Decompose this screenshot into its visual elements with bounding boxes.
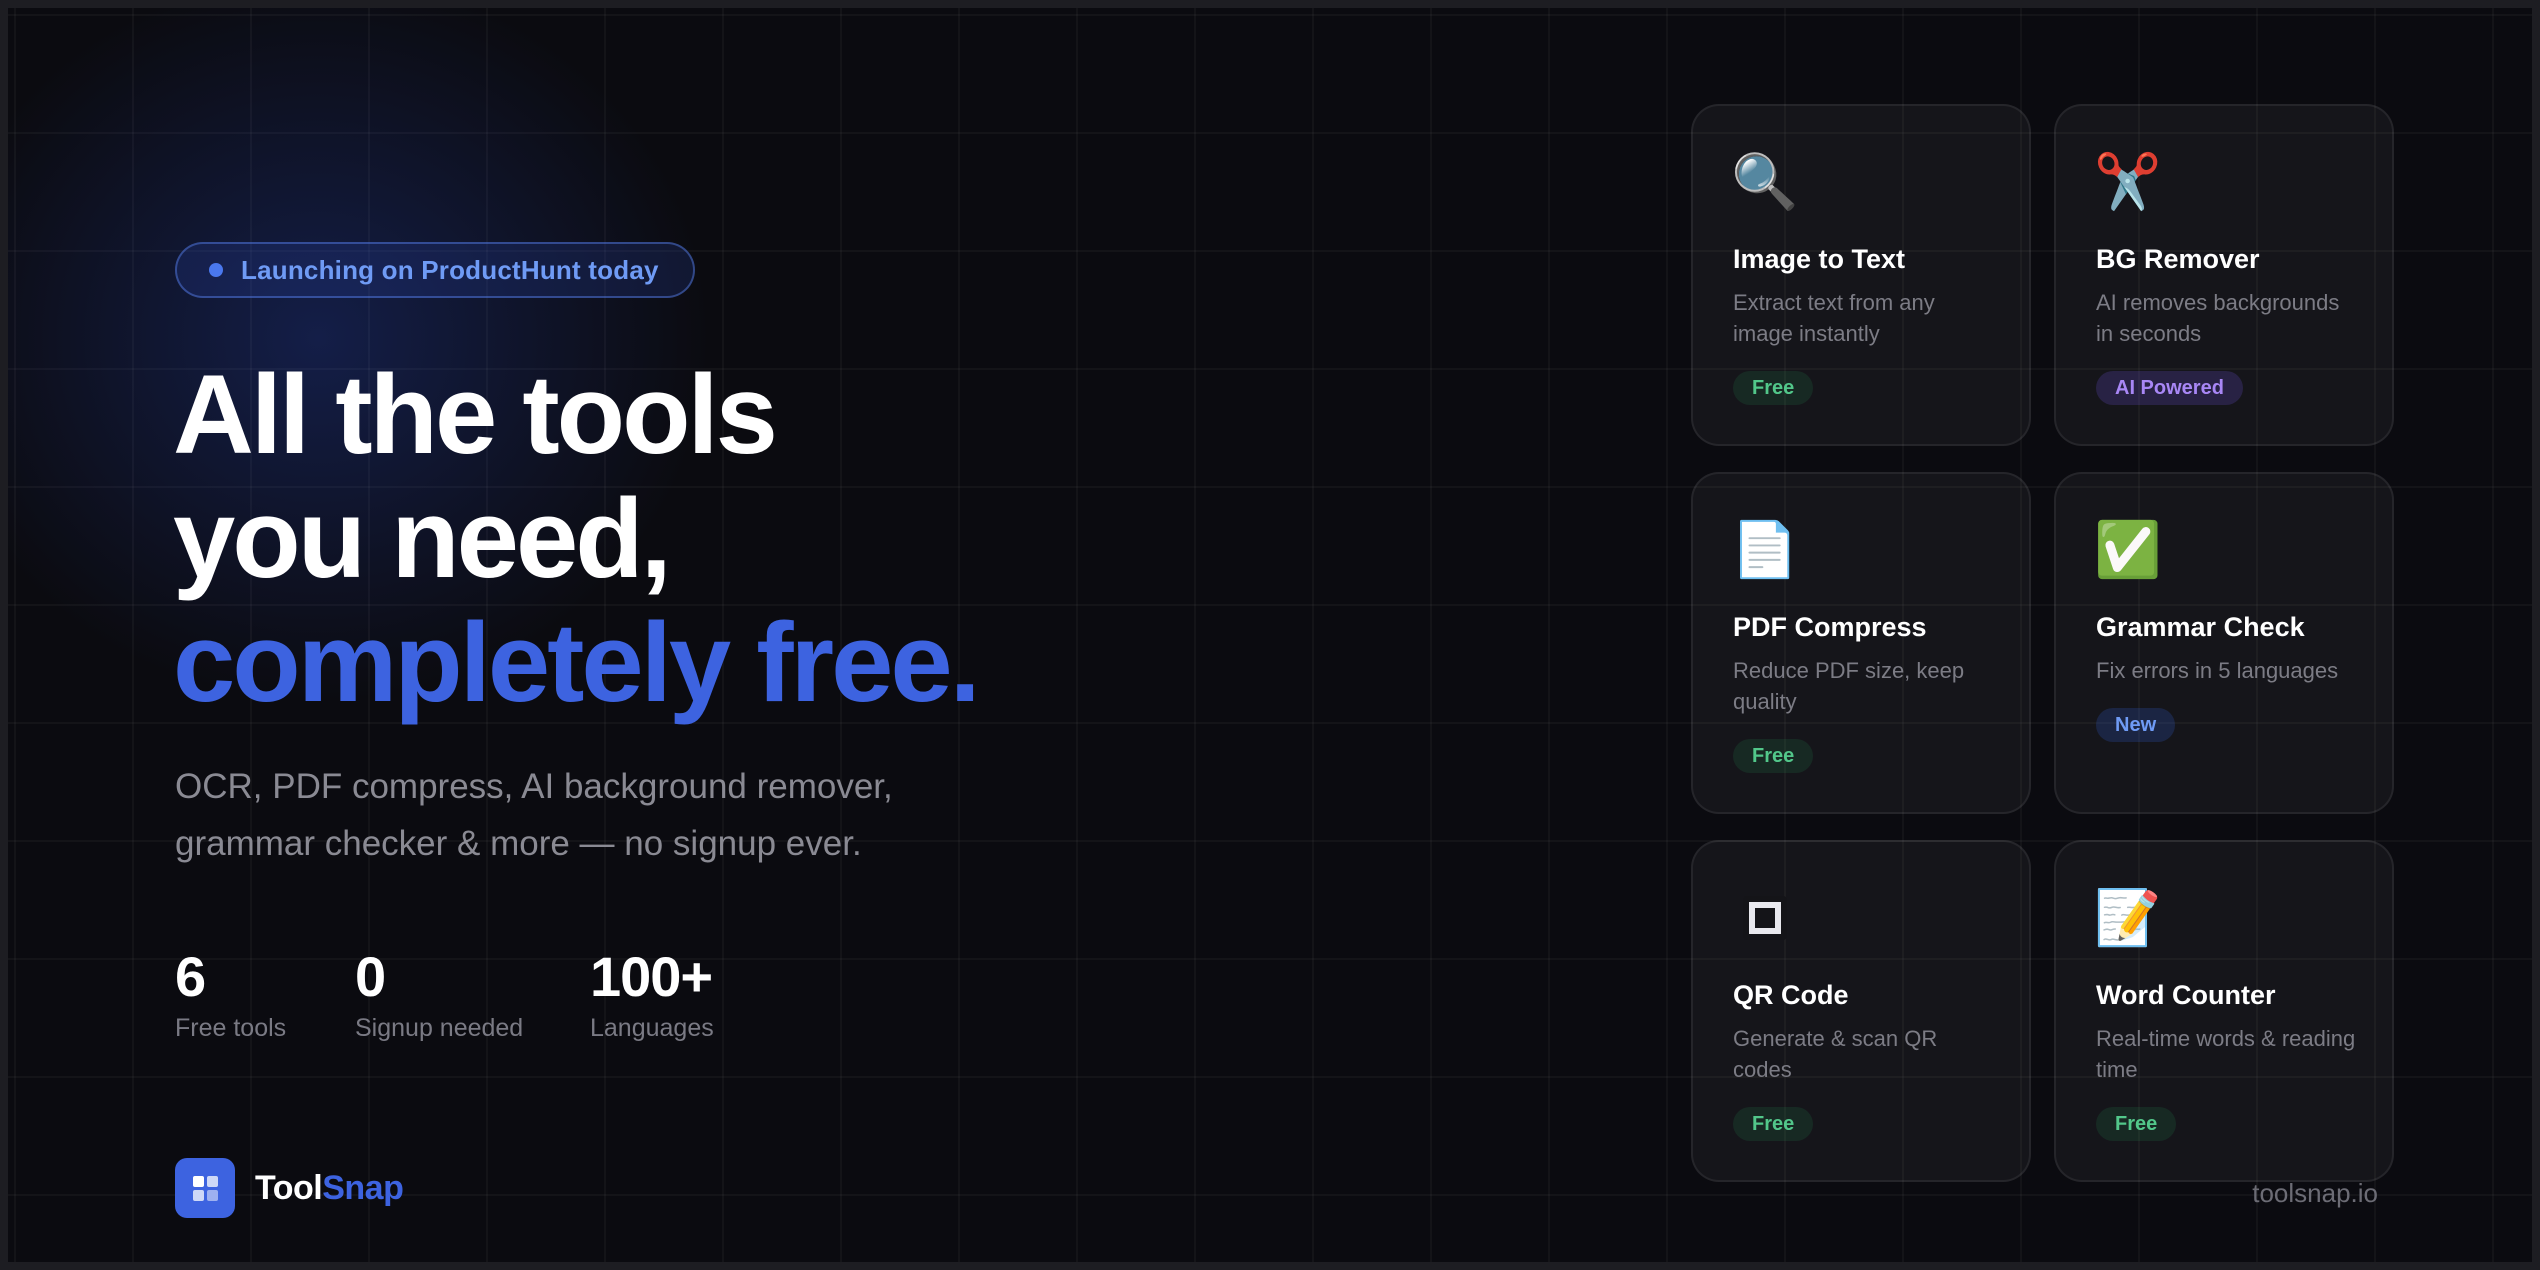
tool-card-tag: Free bbox=[1733, 371, 1814, 405]
magnifier-icon: 🔍 bbox=[1731, 152, 1799, 212]
headline-line-1: All the tools bbox=[173, 352, 778, 477]
brand-name-part-2: Snap bbox=[322, 1168, 404, 1207]
tool-card-title: PDF Compress bbox=[1733, 612, 1927, 642]
site-url-link[interactable]: toolsnap.io bbox=[2252, 1178, 2378, 1209]
tool-card-tag: New bbox=[2096, 708, 2176, 742]
checkmark-icon: ✅ bbox=[2094, 520, 2162, 580]
tool-card-title: Image to Text bbox=[1733, 244, 1906, 274]
stat-value: 6 bbox=[175, 945, 206, 1008]
stat-languages: 100+ Languages bbox=[590, 946, 790, 1043]
tool-card-description: Real-time words & reading time bbox=[2096, 1026, 2356, 1082]
brand-name-part-1: Tool bbox=[255, 1168, 323, 1207]
memo-icon: 📝 bbox=[2094, 888, 2162, 948]
tool-card-bg-remover[interactable]: ✂️ BG Remover AI removes backgrounds in … bbox=[2054, 104, 2394, 446]
launch-badge[interactable]: Launching on ProductHunt today bbox=[175, 242, 695, 298]
document-icon: 📄 bbox=[1731, 520, 1799, 580]
tool-card-tag: AI Powered bbox=[2096, 371, 2243, 405]
stat-value: 100+ bbox=[590, 945, 713, 1008]
tool-card-pdf-compress[interactable]: 📄 PDF Compress Reduce PDF size, keep qua… bbox=[1691, 472, 2031, 814]
launch-badge-text: Launching on ProductHunt today bbox=[241, 254, 659, 285]
promo-page: Launching on ProductHunt today All the t… bbox=[0, 0, 2540, 1270]
tool-card-description: Extract text from any image instantly bbox=[1733, 290, 1935, 346]
stat-label: Free tools bbox=[175, 1014, 287, 1042]
toolsnap-logo-icon bbox=[175, 1158, 235, 1218]
tool-cards-grid: 🔍 Image to Text Extract text from any im… bbox=[1691, 104, 2394, 1182]
tool-card-word-counter[interactable]: 📝 Word Counter Real-time words & reading… bbox=[2054, 840, 2394, 1182]
tool-card-description: Reduce PDF size, keep quality bbox=[1733, 658, 1965, 714]
headline-line-3-accent: completely free. bbox=[173, 600, 981, 725]
tool-card-title: QR Code bbox=[1733, 980, 1849, 1010]
stat-label: Signup needed bbox=[355, 1014, 524, 1042]
status-dot-icon bbox=[209, 263, 223, 277]
tool-card-title: BG Remover bbox=[2096, 244, 2260, 274]
qr-code-glyph bbox=[1743, 896, 1787, 940]
stat-value: 0 bbox=[355, 945, 386, 1008]
brand-name: ToolSnap bbox=[255, 1168, 404, 1208]
tool-card-image-to-text[interactable]: 🔍 Image to Text Extract text from any im… bbox=[1691, 104, 2031, 446]
tool-card-title: Grammar Check bbox=[2096, 612, 2305, 642]
stats-row: 6 Free tools 0 Signup needed 100+ Langua… bbox=[175, 946, 790, 1043]
hero-headline: All the tools you need, completely free. bbox=[173, 352, 981, 725]
tool-card-grammar-check[interactable]: ✅ Grammar Check Fix errors in 5 language… bbox=[2054, 472, 2394, 814]
tool-card-tag: Free bbox=[1733, 739, 1814, 773]
tool-card-qr-code[interactable]: QR Code Generate & scan QR codes Free bbox=[1691, 840, 2031, 1182]
hero-subtitle: OCR, PDF compress, AI background remover… bbox=[175, 758, 1075, 872]
subtitle-line-2: grammar checker & more — no signup ever. bbox=[175, 824, 862, 863]
qr-code-icon bbox=[1733, 886, 1797, 950]
headline-line-2: you need, bbox=[173, 476, 672, 601]
tool-card-description: Generate & scan QR codes bbox=[1733, 1026, 1938, 1082]
tool-card-tag: Free bbox=[1733, 1107, 1814, 1141]
subtitle-line-1: OCR, PDF compress, AI background remover… bbox=[175, 767, 893, 806]
tool-card-description: AI removes backgrounds in seconds bbox=[2096, 290, 2340, 346]
stat-free-tools: 6 Free tools bbox=[175, 946, 355, 1043]
stat-label: Languages bbox=[590, 1014, 714, 1042]
stat-signup-needed: 0 Signup needed bbox=[355, 946, 590, 1043]
brand-logo-link[interactable]: ToolSnap bbox=[175, 1158, 404, 1218]
tool-card-title: Word Counter bbox=[2096, 980, 2276, 1010]
tool-card-description: Fix errors in 5 languages bbox=[2096, 658, 2339, 683]
tool-card-tag: Free bbox=[2096, 1107, 2177, 1141]
scissors-icon: ✂️ bbox=[2094, 152, 2162, 212]
